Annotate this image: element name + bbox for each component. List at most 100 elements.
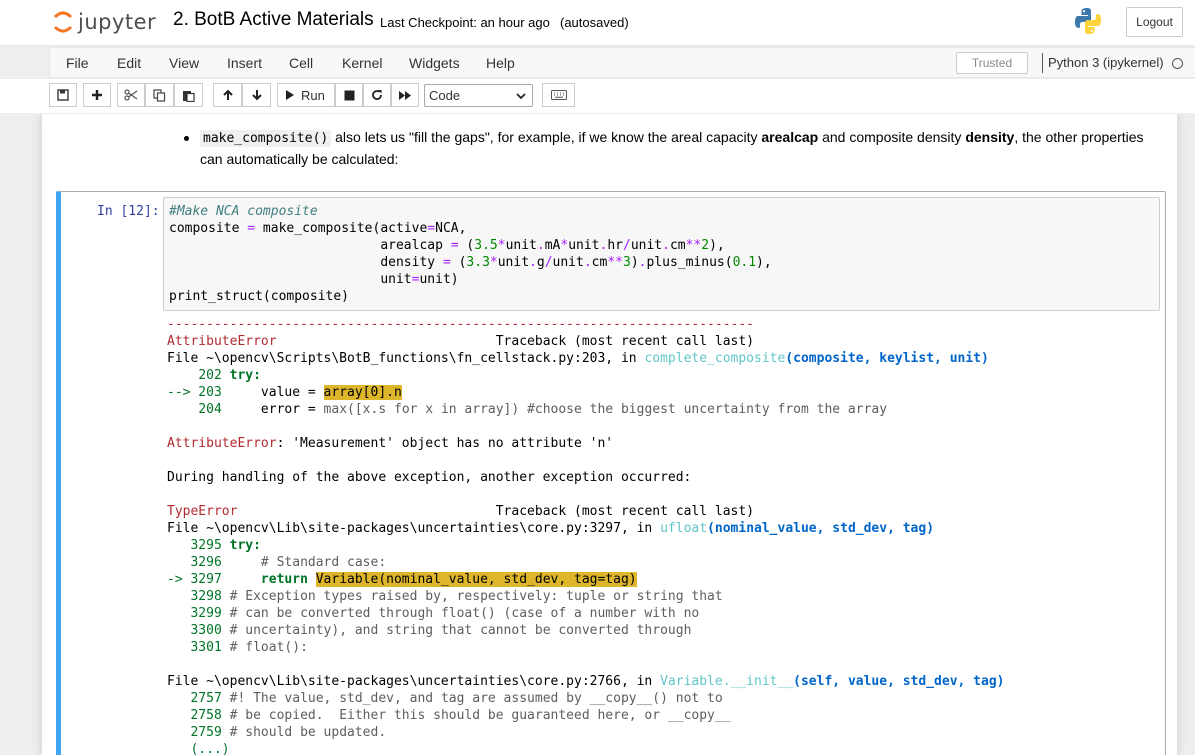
func-args-1: (composite, keylist, unit)	[785, 351, 989, 366]
notebook-name[interactable]: 2. BotB Active Materials	[173, 9, 374, 31]
python-logo-icon	[1075, 8, 1101, 34]
arrow-down-icon	[251, 90, 262, 101]
logout-button[interactable]: Logout	[1126, 7, 1183, 37]
run-all-button[interactable]	[391, 83, 419, 107]
line-num-2759: 2759	[190, 725, 222, 740]
ellipsis: (...)	[190, 742, 230, 755]
kernel-separator	[1042, 53, 1043, 73]
menu-cell[interactable]: Cell	[289, 55, 313, 71]
traceback-label-2: Traceback (most recent call last)	[495, 504, 755, 519]
line-num-2758: 2758	[190, 708, 222, 723]
func-name-2: ufloat	[660, 521, 708, 536]
copy-button[interactable]	[145, 83, 174, 107]
menu-insert[interactable]: Insert	[227, 55, 262, 71]
markdown-bold-density: density	[965, 129, 1015, 145]
paste-icon	[183, 90, 195, 102]
markdown-cell[interactable]: make_composite() also lets us "fill the …	[184, 127, 1154, 170]
move-up-button[interactable]	[213, 83, 242, 107]
func-name-1: complete_composite	[644, 351, 786, 366]
line-203-highlight: array[0].n	[323, 385, 402, 400]
during-handling-text: During handling of the above exception, …	[167, 470, 692, 485]
input-prompt: In [12]:	[97, 204, 160, 219]
line-num-202: 202	[198, 368, 222, 383]
run-label: Run	[301, 87, 325, 103]
line-3296: # Standard case:	[221, 555, 387, 570]
error-name-2: TypeError	[167, 504, 238, 519]
notebook-container: make_composite() also lets us "fill the …	[42, 114, 1177, 755]
restart-icon	[372, 90, 382, 100]
menubar: File Edit View Insert Cell Kernel Widget…	[49, 47, 1195, 78]
markdown-bold-arealcap: arealcap	[761, 129, 819, 145]
move-down-button[interactable]	[242, 83, 271, 107]
error-name-1: AttributeError	[167, 334, 277, 349]
interrupt-button[interactable]	[335, 83, 363, 107]
file-line-3: File ~\opencv\Lib\site-packages\uncertai…	[167, 674, 661, 689]
kernel-idle-icon	[1172, 58, 1183, 69]
code-line-3: arealcap = (3.5*unit.mA*unit.hr/unit.cm*…	[169, 238, 725, 253]
arrow-up-icon	[222, 89, 233, 100]
menu-widgets[interactable]: Widgets	[409, 55, 460, 71]
line-num-3301: 3301	[190, 640, 222, 655]
insert-cell-button[interactable]	[83, 83, 111, 107]
traceback-divider: ----------------------------------------…	[167, 317, 754, 332]
save-button[interactable]	[49, 83, 77, 107]
code-editor[interactable]: #Make NCA composite composite = make_com…	[163, 197, 1160, 311]
line-203-pre: value =	[221, 385, 324, 400]
arrow-3297: -> 3297	[167, 572, 222, 587]
fast-forward-icon	[399, 90, 411, 100]
inline-code: make_composite()	[200, 130, 332, 147]
line-num-3298: 3298	[190, 589, 222, 604]
arrow-203: --> 203	[167, 385, 222, 400]
run-icon	[286, 90, 294, 100]
error-message-1: : 'Measurement' object has no attribute …	[276, 436, 614, 451]
restart-button[interactable]	[363, 83, 391, 107]
line-2759: # should be updated.	[221, 725, 387, 740]
trusted-indicator[interactable]: Trusted	[956, 52, 1028, 74]
menu-help[interactable]: Help	[486, 55, 515, 71]
line-2757: #! The value, std_dev, and tag are assum…	[221, 691, 723, 706]
line-3301: # float():	[221, 640, 308, 655]
code-cell[interactable]: In [12]: #Make NCA composite composite =…	[56, 191, 1166, 755]
line-3299: # can be converted through float() (case…	[221, 606, 700, 621]
notebook-site[interactable]: make_composite() also lets us "fill the …	[0, 114, 1195, 755]
plus-icon	[92, 90, 102, 100]
logo-text: jupyter	[78, 10, 157, 34]
checkpoint-status: Last Checkpoint: an hour ago	[380, 15, 550, 30]
line-3298: # Exception types raised by, respectivel…	[221, 589, 723, 604]
jupyter-logo-icon	[53, 11, 73, 33]
line-num-3299: 3299	[190, 606, 222, 621]
line-204-pre: error =	[221, 402, 324, 417]
kernel-name[interactable]: Python 3 (ipykernel)	[1048, 55, 1164, 70]
menu-kernel[interactable]: Kernel	[342, 55, 382, 71]
header: jupyter 2. BotB Active Materials Last Ch…	[0, 0, 1195, 46]
menu-edit[interactable]: Edit	[117, 55, 141, 71]
menu-file[interactable]: File	[66, 55, 89, 71]
keyboard-icon	[550, 90, 567, 100]
markdown-text-1: also lets us "fill the gaps", for exampl…	[331, 129, 762, 145]
menu-view[interactable]: View	[169, 55, 199, 71]
line-num-3296: 3296	[190, 555, 222, 570]
func-args-2: (nominal_value, std_dev, tag)	[707, 521, 935, 536]
code-line-6: print_struct(composite)	[169, 289, 350, 304]
bullet-dot	[184, 136, 189, 141]
jupyter-logo[interactable]: jupyter	[52, 6, 156, 38]
chevron-down-icon	[516, 93, 526, 100]
line-2758: # be copied. Either this should be guara…	[221, 708, 731, 723]
traceback-label-1: Traceback (most recent call last)	[495, 334, 755, 349]
line-3300: # uncertainty), and string that cannot b…	[221, 623, 692, 638]
paste-button[interactable]	[174, 83, 203, 107]
file-line-2: File ~\opencv\Lib\site-packages\uncertai…	[167, 521, 661, 536]
copy-icon	[153, 88, 166, 102]
line-num-3300: 3300	[190, 623, 222, 638]
cut-icon	[124, 89, 138, 101]
cut-button[interactable]	[117, 83, 145, 107]
command-palette-button[interactable]	[542, 83, 575, 107]
markdown-text: make_composite() also lets us "fill the …	[184, 127, 1154, 170]
code-line-2: composite = make_composite(active=NCA,	[169, 221, 467, 236]
autosave-status: (autosaved)	[560, 15, 629, 30]
cell-type-value: Code	[429, 88, 461, 103]
error-name-1b: AttributeError	[167, 436, 277, 451]
markdown-text-2: and composite density	[818, 129, 966, 145]
run-button[interactable]: Run	[277, 83, 335, 107]
cell-type-select[interactable]: Code	[424, 84, 533, 107]
